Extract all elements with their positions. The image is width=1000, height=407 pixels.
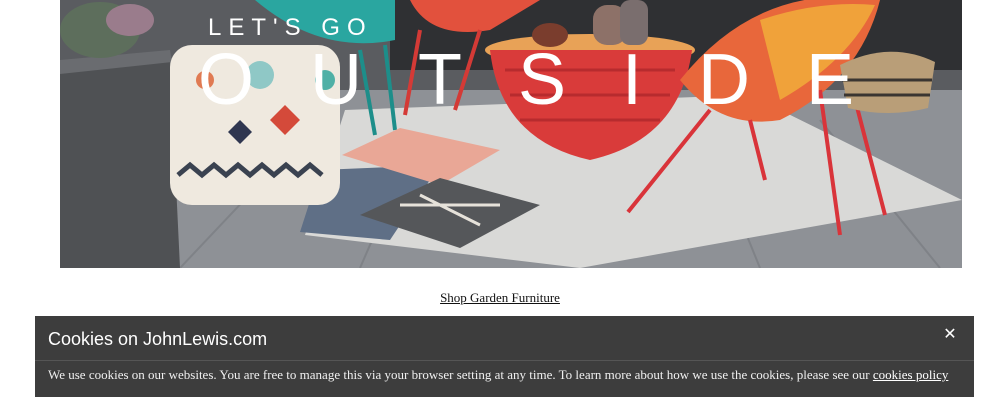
cookie-banner: Cookies on JohnLewis.com ✕ We use cookie… (35, 316, 974, 397)
cookie-banner-title: Cookies on JohnLewis.com (48, 329, 268, 349)
cookie-message-text: We use cookies on our websites. You are … (48, 367, 873, 382)
hero-kicker: LET'S GO (208, 14, 373, 41)
cookies-policy-link[interactable]: cookies policy (873, 367, 948, 382)
hero-banner[interactable]: LET'S GO OUTSIDE (60, 0, 962, 268)
cookie-message: We use cookies on our websites. You are … (48, 367, 948, 383)
shop-garden-furniture-link[interactable]: Shop Garden Furniture (0, 290, 1000, 306)
hero-title: OUTSIDE (198, 40, 911, 120)
close-icon[interactable]: ✕ (940, 324, 960, 344)
cookie-divider (35, 360, 974, 361)
